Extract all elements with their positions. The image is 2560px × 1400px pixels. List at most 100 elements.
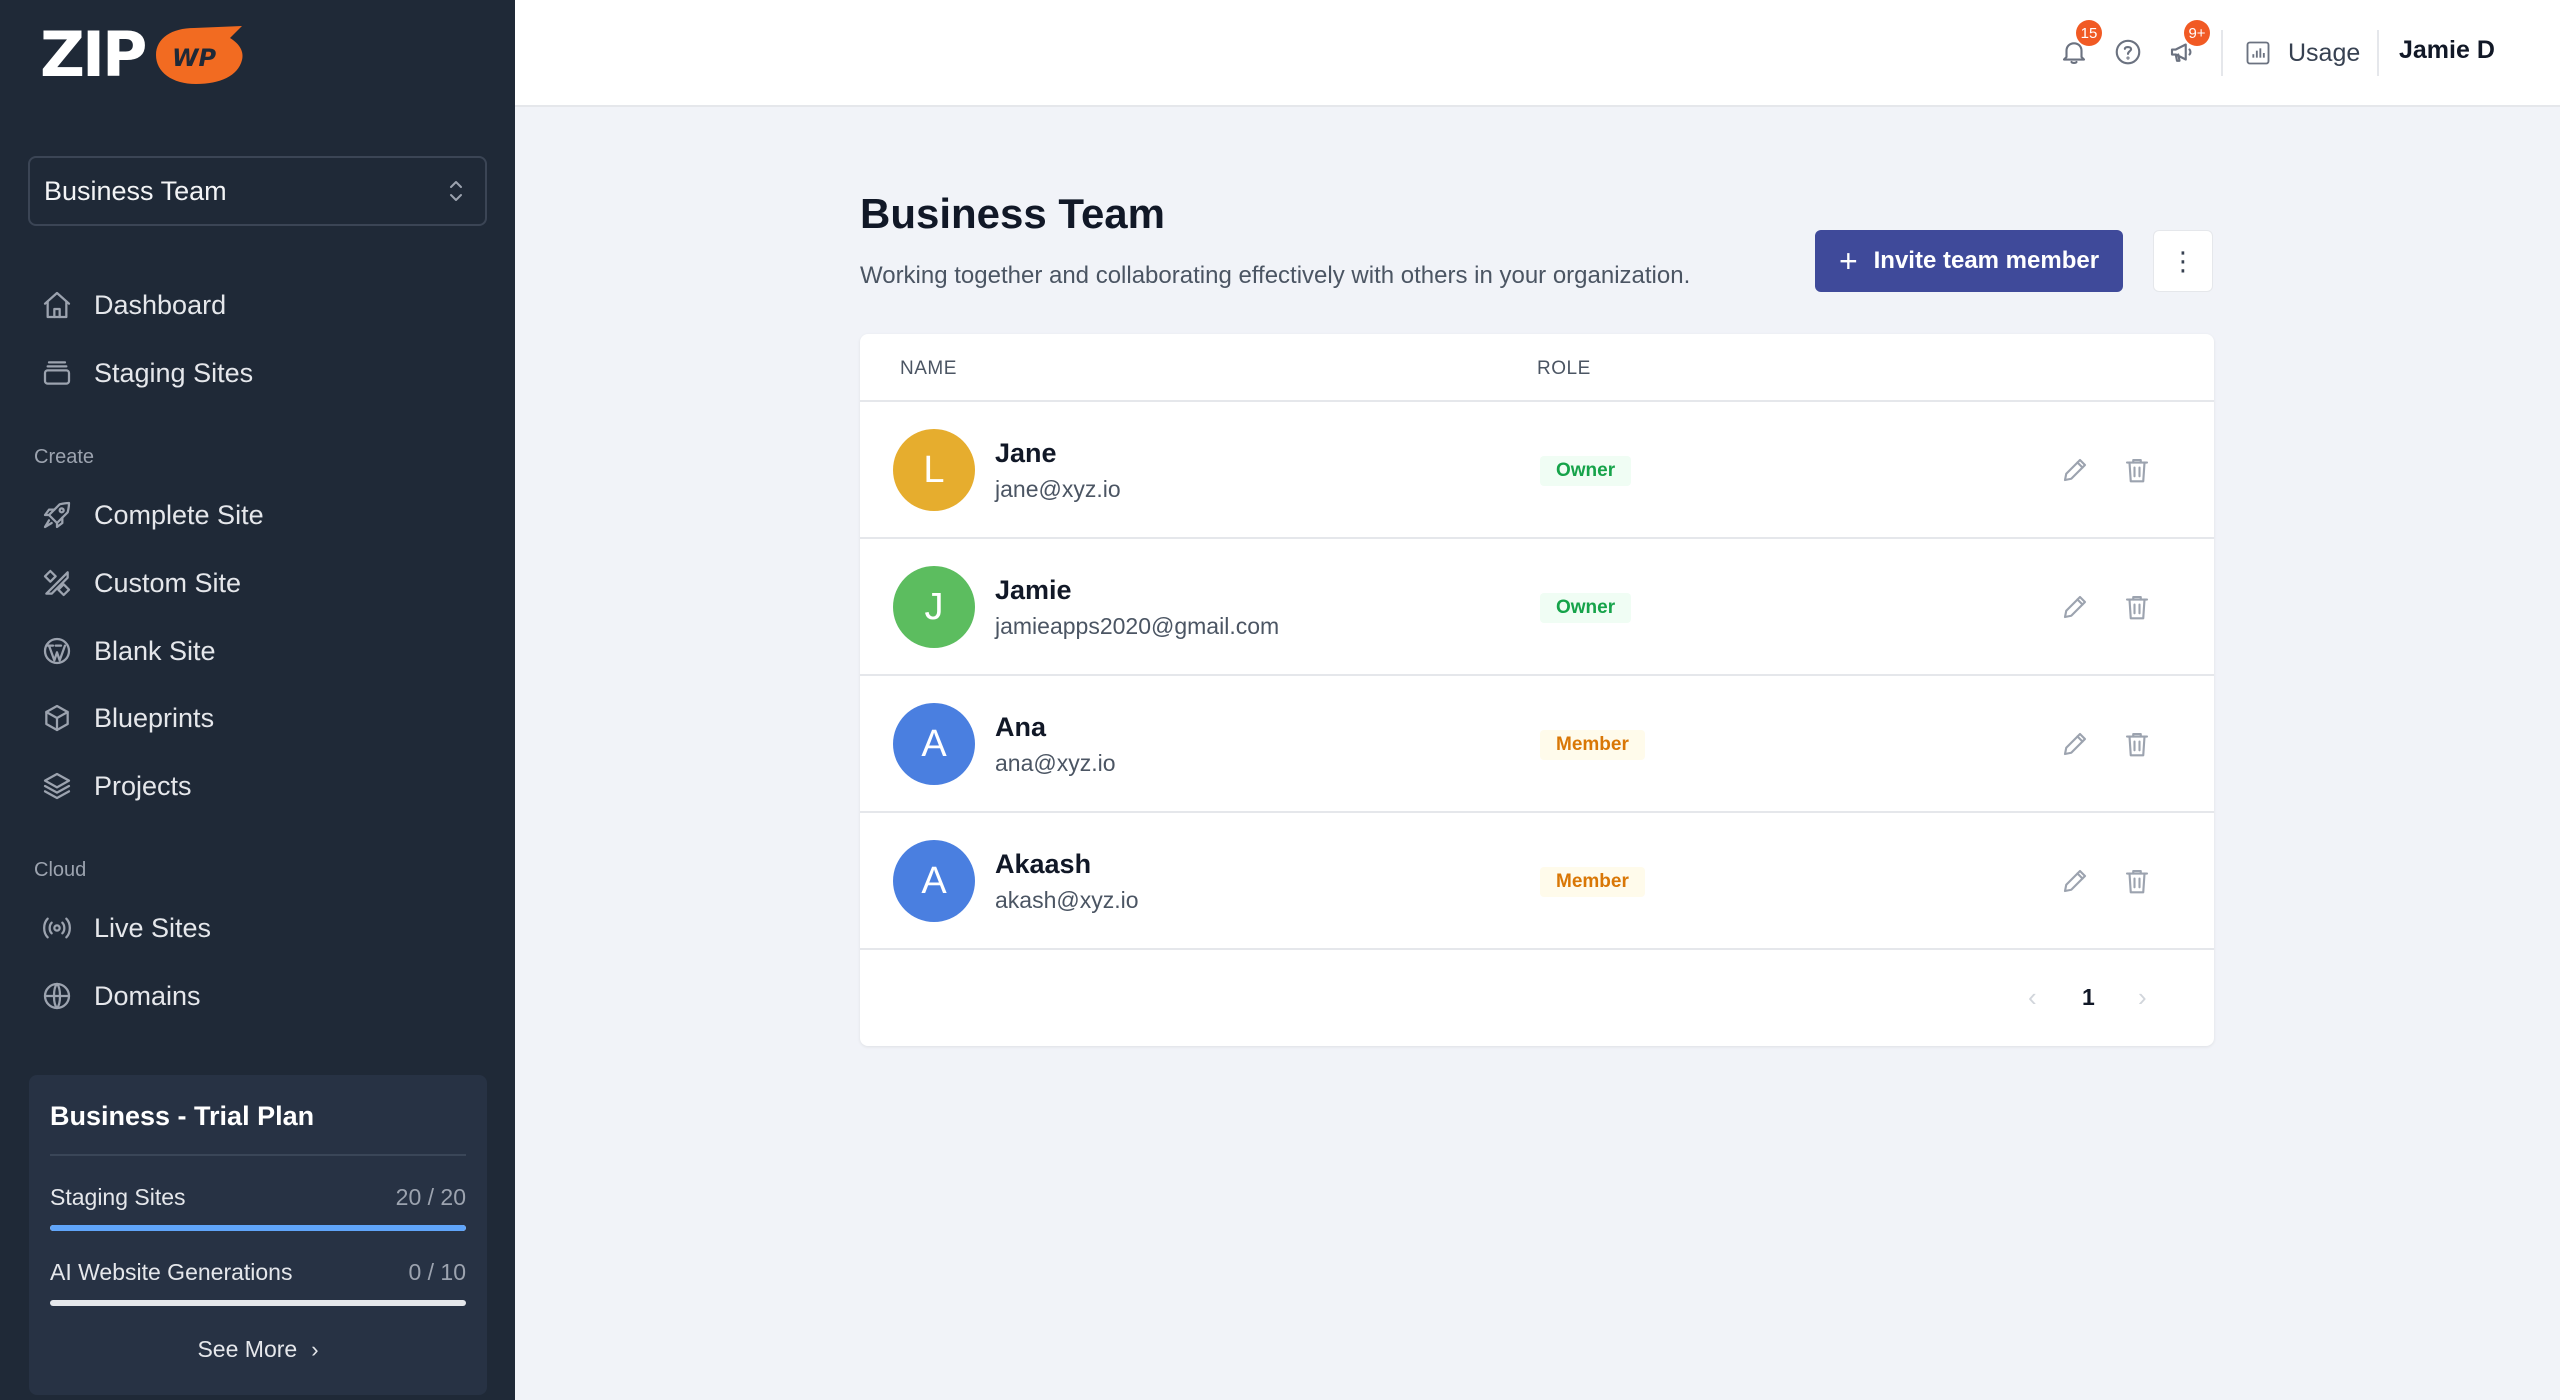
pagination: ‹ 1 › [860,950,2214,1046]
layers-icon [40,769,74,803]
nav-item-domains[interactable]: Domains [40,971,201,1021]
delete-member-button[interactable] [2119,726,2155,762]
nav-item-staging-sites[interactable]: Staging Sites [40,348,253,398]
chevron-right-icon: › [311,1336,319,1362]
edit-member-button[interactable] [2057,589,2093,625]
team-members-table: NAME ROLE L Jane jane@xyz.io Owner J Jam… [860,334,2214,1046]
member-email: akash@xyz.io [995,887,1139,913]
avatar-initial: A [921,859,947,902]
delete-member-button[interactable] [2119,863,2155,899]
rocket-icon [40,498,74,532]
broadcast-icon [40,911,74,945]
pencil-icon [2063,458,2087,482]
pencil-icon [2063,869,2087,893]
role-badge: Member [1540,730,1645,760]
delete-member-button[interactable] [2119,452,2155,488]
announcements-badge: 9+ [2184,20,2210,46]
notifications-badge: 15 [2076,20,2102,46]
plan-title: Business - Trial Plan [50,1075,466,1156]
chevron-up-down-icon [450,181,462,201]
nav-item-complete-site[interactable]: Complete Site [40,490,264,540]
nav-item-projects[interactable]: Projects [40,761,192,811]
member-name: Ana [995,712,1047,742]
notifications-button[interactable]: 15 [2056,20,2102,70]
help-button[interactable] [2110,34,2146,70]
avatar: A [893,840,975,922]
bar-chart-icon [2246,41,2270,65]
logo-badge-icon: WP [156,26,243,84]
nav-item-blank-site[interactable]: Blank Site [40,626,216,676]
edit-member-button[interactable] [2057,863,2093,899]
page-title: Business Team [860,190,1166,237]
pencil-icon [2063,732,2087,756]
staging-icon [40,356,74,390]
nav-item-blueprints[interactable]: Blueprints [40,693,214,743]
member-email: jane@xyz.io [995,476,1121,502]
table-row: A Akaash akash@xyz.io Member [860,813,2214,950]
member-email: ana@xyz.io [995,750,1116,776]
pagination-prev-button[interactable]: ‹ [2028,982,2037,1013]
usage-row-staging: Staging Sites 20 / 20 [50,1184,466,1211]
home-icon [40,288,74,322]
kebab-icon: ⋮ [2170,245,2196,276]
nav-label: Blueprints [94,702,215,733]
delete-member-button[interactable] [2119,589,2155,625]
globe-icon [40,979,74,1013]
edit-member-button[interactable] [2057,452,2093,488]
avatar: L [893,429,975,511]
cube-icon [40,701,74,735]
role-badge: Member [1540,867,1645,897]
table-row: J Jamie jamieapps2020@gmail.com Owner [860,539,2214,676]
avatar: A [893,703,975,785]
trash-icon [2125,869,2149,894]
logo-badge-text: WP [172,44,216,72]
usage-progress-ai-generations [50,1300,466,1306]
pagination-page-1[interactable]: 1 [2082,984,2095,1011]
pencil-icon [2063,595,2087,619]
team-selector-label: Business Team [44,175,227,206]
sidebar: ZIP WP Business Team Dashboard Staging S… [0,0,515,1400]
role-badge: Owner [1540,593,1632,623]
avatar-initial: A [921,722,947,765]
team-selector[interactable]: Business Team [28,156,487,226]
invite-team-member-button[interactable]: + Invite team member [1815,230,2123,292]
see-more-link[interactable]: See More › [50,1336,466,1363]
pencil-ruler-icon [40,566,74,600]
table-row: L Jane jane@xyz.io Owner [860,402,2214,539]
avatar-initial: J [924,585,944,628]
nav-label: Staging Sites [94,357,254,388]
user-menu[interactable]: Jamie D [2399,36,2495,65]
column-header-role: ROLE [1537,358,1591,379]
table-row: A Ana ana@xyz.io Member [860,676,2214,813]
nav-label: Blank Site [94,635,216,666]
topbar-divider [2377,30,2379,76]
zipwp-logo[interactable]: ZIP WP [40,20,248,90]
nav-item-live-sites[interactable]: Live Sites [40,903,211,953]
usage-link[interactable]: Usage [2244,34,2360,72]
nav-item-custom-site[interactable]: Custom Site [40,558,241,608]
more-options-button[interactable]: ⋮ [2153,230,2213,292]
column-header-name: NAME [900,358,957,379]
member-name: Jamie [995,575,1072,605]
pagination-next-button[interactable]: › [2138,982,2147,1013]
page-subtitle: Working together and collaborating effec… [860,262,1691,289]
edit-member-button[interactable] [2057,726,2093,762]
help-circle-icon [2115,39,2141,65]
usage-link-label: Usage [2288,38,2361,67]
nav-label: Projects [94,770,192,801]
usage-progress-fill [50,1225,466,1231]
nav-label: Domains [94,980,201,1011]
member-name: Jane [995,438,1057,468]
announcements-button[interactable]: 9+ [2164,20,2210,70]
nav-item-dashboard[interactable]: Dashboard [40,280,226,330]
trash-icon [2125,732,2149,757]
avatar-initial: L [923,448,945,491]
nav-label: Dashboard [94,289,227,320]
usage-label: AI Website Generations [50,1259,293,1285]
plus-icon: + [1838,243,1858,279]
topbar: 15 9+ Usage Jamie D [515,0,2560,107]
nav-heading-create: Create [34,446,95,468]
role-badge: Owner [1540,456,1632,486]
trash-icon [2125,458,2149,483]
usage-row-ai-generations: AI Website Generations 0 / 10 [50,1259,466,1286]
